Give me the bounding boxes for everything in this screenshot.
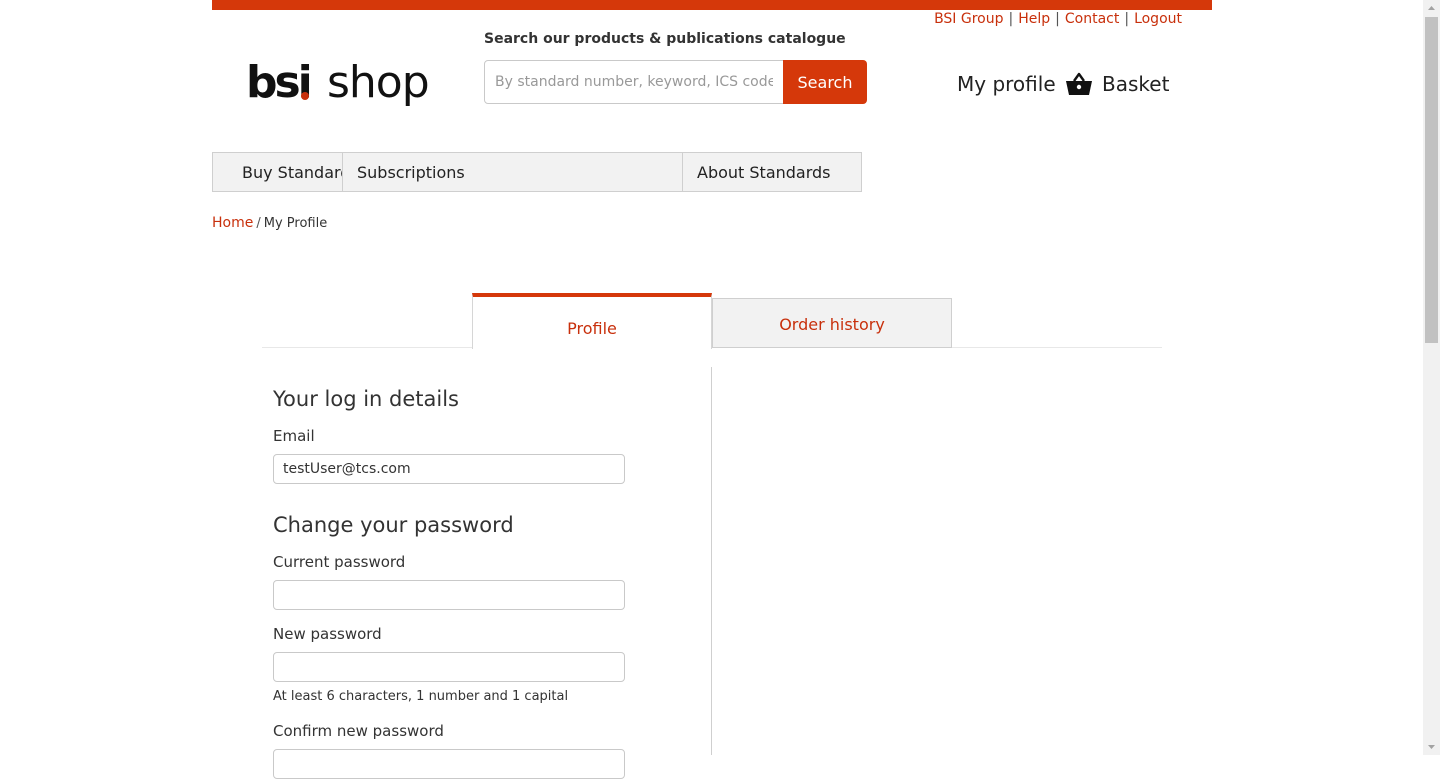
breadcrumb-current: My Profile bbox=[263, 216, 328, 231]
new-password-field[interactable] bbox=[273, 652, 625, 682]
logout-link[interactable]: Logout bbox=[1134, 11, 1182, 27]
email-field[interactable] bbox=[273, 454, 625, 484]
vertical-scrollbar[interactable] bbox=[1423, 0, 1440, 755]
nav-subscriptions[interactable]: Subscriptions bbox=[342, 152, 683, 192]
separator: | bbox=[1008, 11, 1014, 27]
tab-order-history[interactable]: Order history bbox=[712, 298, 952, 348]
login-details-heading: Your log in details bbox=[273, 387, 459, 411]
nav-buy-standards[interactable]: Buy Standards bbox=[212, 152, 343, 192]
password-hint: At least 6 characters, 1 number and 1 ca… bbox=[273, 689, 569, 704]
nav-about-standards-label: About Standards bbox=[697, 163, 831, 182]
logo-dot bbox=[301, 92, 309, 100]
contact-link[interactable]: Contact bbox=[1065, 11, 1119, 27]
search-button[interactable]: Search bbox=[783, 60, 867, 104]
separator: | bbox=[1055, 11, 1060, 27]
utility-links: BSI Group | Help | Contact | Logout bbox=[934, 11, 1182, 27]
confirm-password-label: Confirm new password bbox=[273, 722, 444, 740]
search-heading: Search our products & publications catal… bbox=[484, 31, 846, 47]
panel-divider bbox=[711, 367, 712, 755]
page-wrapper: BSI Group | Help | Contact | Logout bsi shop S… bbox=[212, 0, 1212, 779]
scrollbar-thumb[interactable] bbox=[1425, 17, 1438, 343]
search-input[interactable] bbox=[484, 60, 784, 104]
nav-subscriptions-label: Subscriptions bbox=[357, 163, 465, 182]
current-password-field[interactable] bbox=[273, 580, 625, 610]
bsi-shop-logo[interactable]: bsi shop bbox=[246, 56, 436, 116]
breadcrumb: Home / My Profile bbox=[212, 215, 327, 231]
breadcrumb-home-link[interactable]: Home bbox=[212, 215, 253, 231]
my-profile-link[interactable]: My profile bbox=[957, 72, 1056, 96]
top-accent-bar bbox=[212, 0, 1212, 10]
basket-icon bbox=[1066, 72, 1092, 95]
help-link[interactable]: Help bbox=[1018, 11, 1050, 27]
change-password-heading: Change your password bbox=[273, 513, 514, 537]
bsi-group-link[interactable]: BSI Group bbox=[934, 11, 1003, 27]
current-password-label: Current password bbox=[273, 553, 406, 571]
nav-buy-standards-label: Buy Standards bbox=[242, 163, 342, 182]
breadcrumb-separator: / bbox=[256, 216, 261, 231]
tab-profile[interactable]: Profile bbox=[472, 293, 712, 349]
logo-shop-text: shop bbox=[327, 57, 430, 108]
scroll-down-arrow-icon[interactable] bbox=[1423, 738, 1440, 755]
basket-label: Basket bbox=[1102, 72, 1170, 96]
confirm-password-field[interactable] bbox=[273, 749, 625, 779]
email-label: Email bbox=[273, 427, 315, 445]
new-password-label: New password bbox=[273, 625, 382, 643]
logo-bsi-text: bsi bbox=[246, 57, 313, 108]
scroll-up-arrow-icon[interactable] bbox=[1423, 0, 1440, 17]
nav-about-standards[interactable]: About Standards bbox=[682, 152, 862, 192]
separator: | bbox=[1124, 11, 1130, 27]
